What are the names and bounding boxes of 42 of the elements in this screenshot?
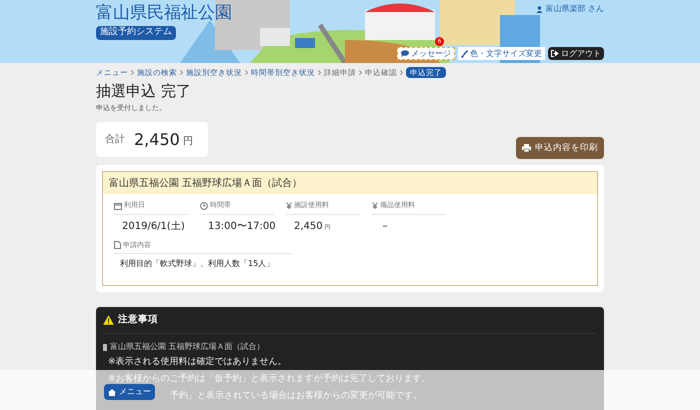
warning-icon [103,315,114,326]
yen-icon [372,202,378,209]
note-line: 予約」と表示されている場合はお客様からの変更が可能です。 [170,390,422,404]
printer-icon [522,144,531,152]
brush-icon [461,50,468,58]
chevron-icon [318,70,321,75]
clock-icon [200,202,208,210]
field-value: 2019/6/1(土) [122,220,185,234]
display-settings-button[interactable]: 色・文字サイズ変更 [458,47,545,60]
home-icon [108,388,116,396]
logout-icon [551,50,559,57]
field-value: 2,450 [294,220,323,234]
system-label: 施設予約システム [96,26,176,40]
chevron-icon [131,70,134,75]
document-icon [114,241,121,249]
currency-unit: 円 [182,134,193,149]
site-title: 富山県民福祉公園 [96,3,232,24]
chevron-icon [400,70,403,75]
note-line: ※お客様からのご予約は「仮予約」と表示されますが予約は完了しております。 [108,372,431,386]
chevron-icon [359,70,362,75]
facility-name: 富山県五福公園 五福野球広場Ａ面（試合） [103,172,597,194]
menu-button[interactable]: メニュー [104,384,155,400]
total-amount: 2,450 [134,128,180,151]
logout-button[interactable]: ログアウト [548,47,604,60]
notes-title: 注意事項 [118,313,158,328]
user-icon [536,6,544,12]
chevron-icon [245,70,248,75]
print-button[interactable]: 申込内容を印刷 [516,137,604,160]
note-line: ※表示される使用料は確定ではありません。 [108,356,287,370]
total-label: 合計 [105,132,125,148]
calendar-icon [114,202,122,210]
application-details: 利用目的「軟式野球」、利用人数「15人」 [119,258,276,270]
page-title: 抽選申込 完了 [96,82,192,101]
building-icon [103,344,107,351]
chevron-icon [180,70,183,75]
speech-bubble-icon [401,50,409,57]
yen-icon [286,202,292,209]
user-name: 富山県楽部 さん [545,3,604,15]
field-value: 13:00〜17:00 [208,220,276,234]
message-button[interactable]: メッセージ [397,47,455,60]
notes-facility: 富山県五福公園 五福野球広場Ａ面（試合） [110,341,265,354]
field-value: － [380,220,390,234]
